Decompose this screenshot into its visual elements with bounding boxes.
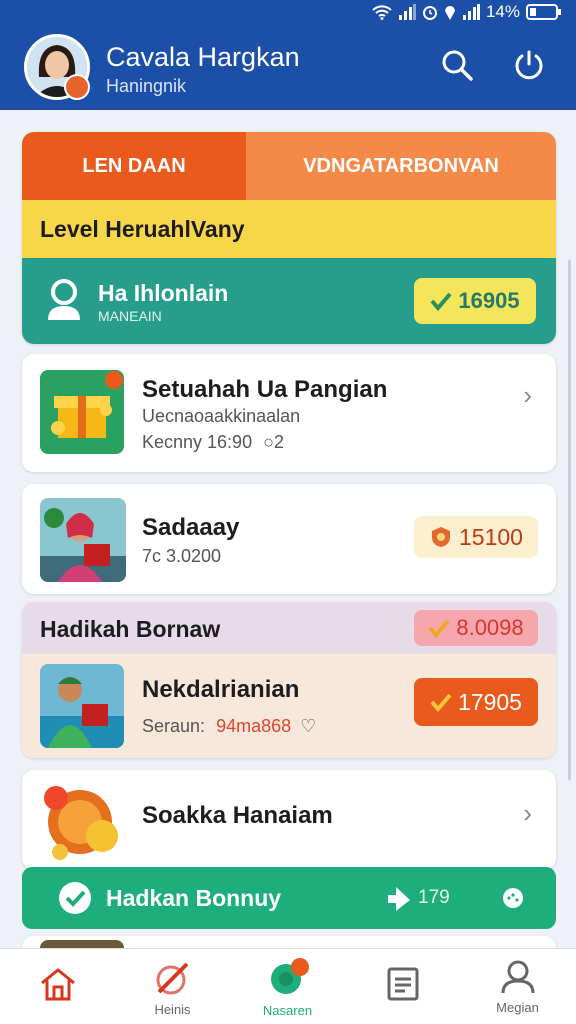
signal-icon	[398, 4, 416, 20]
summary-card: LEN DAAN VDNGATARBONVAN Level HeruahlVan…	[22, 132, 556, 344]
home-icon	[40, 968, 75, 1001]
item-count: 2	[273, 432, 284, 452]
profile-points-badge: 16905	[414, 278, 536, 324]
power-icon[interactable]	[512, 48, 546, 82]
nav-home[interactable]	[0, 949, 115, 1024]
tab-first[interactable]: LEN DAAN	[22, 132, 246, 200]
avatar-badge	[64, 74, 90, 100]
profile-strip[interactable]: Ha Ihlonlain MANEAIN 16905	[22, 258, 556, 344]
more-icon[interactable]	[502, 887, 524, 909]
battery-level: 14%	[485, 2, 520, 21]
battery-icon	[526, 4, 561, 20]
item-meta: Kecnny 16:90 ○2	[142, 432, 284, 453]
profile-points: 16905	[458, 288, 520, 313]
chevron-right-icon[interactable]: ›	[523, 380, 532, 411]
coin-icon	[44, 786, 118, 860]
bonus-item[interactable]: Nekdalrianian Seraun: 94ma868 ♡ 17905	[22, 654, 556, 758]
heart-icon[interactable]: ♡	[300, 716, 316, 736]
target-icon	[270, 957, 309, 994]
reward-title: Soakka Hanaiam	[142, 802, 333, 829]
cta-value: 179	[418, 887, 450, 908]
item-date: Kecnny 16:90	[142, 432, 253, 452]
document-icon	[387, 967, 418, 1001]
user-name: Cavala Hargkan	[106, 42, 300, 72]
chevron-right-icon[interactable]: ›	[523, 798, 532, 829]
item-subtitle: 7c 3.0200	[142, 546, 222, 566]
profile-title: Ha Ihlonlain	[98, 280, 229, 306]
bonus-cta-button[interactable]: Hadkan Bonnuy 179	[22, 867, 556, 929]
profile-icon	[501, 960, 534, 993]
item-subtitle: Uecnaoaakkinaalan	[142, 406, 301, 426]
pointer-icon	[388, 887, 410, 911]
bonus-item-points: 17905	[458, 688, 522, 715]
pencil-icon	[156, 962, 188, 994]
profile-subtitle: MANEAIN	[98, 308, 162, 324]
nav-list[interactable]	[345, 949, 460, 1024]
nav-label: Heinis	[154, 1001, 191, 1017]
check-icon	[428, 619, 450, 638]
person-thumbnail	[40, 498, 126, 582]
bonus-item-points-badge[interactable]: 17905	[414, 678, 538, 726]
bottom-nav: Heinis Nasaren Megian	[0, 948, 576, 1024]
alarm-icon	[422, 6, 437, 20]
bonus-title: Hadikah Bornaw	[40, 616, 221, 642]
nav-profile[interactable]: Megian	[460, 949, 575, 1024]
list-item-peek	[22, 936, 556, 948]
nav-heinis[interactable]: Heinis	[115, 949, 230, 1024]
item-points-badge: 15100	[414, 516, 538, 558]
check-icon	[430, 693, 452, 712]
bonus-points: 8.0098	[456, 615, 524, 640]
user-subtitle: Haningnik	[106, 76, 187, 96]
nav-label: Megian	[496, 999, 539, 1015]
list-item-reward[interactable]: Soakka Hanaiam ›	[22, 770, 556, 870]
check-circle-icon	[59, 882, 91, 914]
item-title: Setuahah Ua Pangian	[142, 376, 388, 403]
nav-nasaren[interactable]: Nasaren	[230, 949, 345, 1024]
status-bar: 14%	[372, 2, 562, 22]
bonus-item-meta: Seraun: 94ma868 ♡	[142, 716, 316, 737]
level-banner: Level HeruahlVany	[22, 200, 556, 258]
tab-bar: LEN DAAN VDNGATARBONVAN	[22, 132, 556, 200]
bonus-thumbnail	[40, 664, 124, 748]
shield-icon	[432, 527, 451, 547]
item-points: 15100	[459, 523, 523, 550]
signal-icon-2	[462, 4, 480, 20]
cta-label: Hadkan Bonnuy	[106, 885, 282, 911]
main-content: LEN DAAN VDNGATARBONVAN Level HeruahlVan…	[0, 110, 576, 948]
bonus-header: Hadikah Bornaw 8.0098	[22, 602, 556, 654]
list-item-person[interactable]: Sadaaay 7c 3.0200 15100	[22, 484, 556, 594]
tab-second[interactable]: VDNGATARBONVAN	[246, 132, 556, 200]
wifi-icon	[372, 5, 392, 20]
nav-label: Nasaren	[262, 1002, 313, 1018]
user-icon	[48, 279, 80, 320]
peek-thumbnail	[40, 940, 124, 948]
bonus-section: Hadikah Bornaw 8.0098 Nekdalrianian Sera…	[22, 602, 556, 758]
scrollbar[interactable]	[568, 260, 571, 780]
check-icon	[430, 292, 452, 311]
bonus-item-label: Seraun:	[142, 716, 206, 736]
item-title: Sadaaay	[142, 514, 240, 541]
level-label: Level HeruahlVany	[40, 215, 245, 242]
item-count-icon: ○	[263, 432, 274, 452]
list-item-gift[interactable]: Setuahah Ua Pangian Uecnaoaakkinaalan Ke…	[22, 354, 556, 472]
search-icon[interactable]	[440, 48, 474, 82]
app-header: 14% Cavala Hargkan Haningnik	[0, 0, 576, 110]
bonus-item-title: Nekdalrianian	[142, 676, 300, 703]
bonus-points-badge: 8.0098	[414, 610, 538, 646]
location-icon	[444, 6, 455, 20]
bonus-item-value: 94ma868	[216, 716, 292, 736]
gift-thumbnail	[40, 370, 124, 454]
